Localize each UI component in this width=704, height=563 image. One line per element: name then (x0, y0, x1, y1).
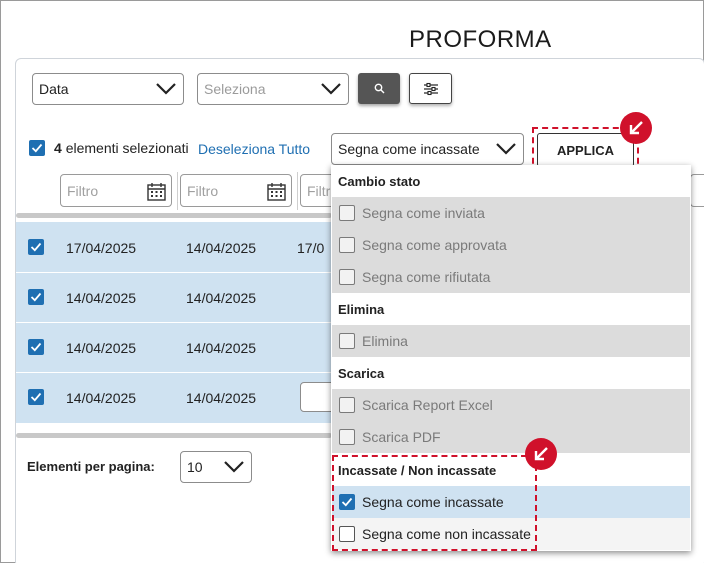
option-checkbox (339, 205, 355, 221)
table-row[interactable] (16, 323, 332, 373)
filter-input-2[interactable]: Filtro (180, 174, 292, 207)
dropdown-item-mark-sent[interactable]: Segna come inviata (332, 197, 690, 229)
chevron-down-icon (156, 83, 176, 95)
check-icon (30, 392, 42, 402)
table-scrollbar-bottom[interactable] (16, 433, 332, 438)
selection-count: 4 (54, 140, 62, 156)
filter-input-partial[interactable] (690, 174, 704, 207)
chevron-down-icon (496, 143, 516, 155)
bulk-action-select[interactable]: Segna come incassate (331, 133, 524, 165)
search-button[interactable] (358, 73, 400, 104)
arrow-badge-apply (620, 112, 652, 144)
arrow-down-left-icon (629, 121, 643, 135)
row-checkbox[interactable] (28, 389, 44, 405)
selection-count-label: elementi selezionati (65, 140, 189, 156)
dropdown-item-label: Segna come rifiutata (362, 269, 491, 285)
row-date-3: 17/0 (297, 240, 325, 256)
option-checkbox (339, 333, 355, 349)
page-size-select[interactable]: 10 (180, 451, 252, 483)
option-checkbox (339, 397, 355, 413)
check-icon (30, 342, 42, 352)
filter-placeholder: Filtro (67, 182, 99, 199)
bulk-action-select-value: Segna come incassate (338, 141, 480, 157)
arrow-down-left-icon (534, 447, 548, 461)
dropdown-item-label: Elimina (362, 333, 408, 349)
dropdown-item-mark-rejected[interactable]: Segna come rifiutata (332, 261, 690, 293)
highlight-paid-group (332, 455, 537, 551)
dropdown-group-header: Elimina (338, 301, 385, 317)
dropdown-item-label: Scarica Report Excel (362, 397, 493, 413)
row-date-2: 14/04/2025 (186, 290, 257, 306)
value-select-placeholder: Seleziona (204, 81, 266, 97)
dropdown-group-header: Scarica (338, 365, 385, 381)
dropdown-item-label: Segna come approvata (362, 237, 507, 253)
dropdown-item-label: Scarica PDF (362, 429, 441, 445)
option-checkbox (339, 429, 355, 445)
column-divider (177, 172, 178, 210)
filter-placeholder: Filtr (307, 182, 331, 199)
dropdown-item-label: Segna come inviata (362, 205, 485, 221)
check-icon (30, 242, 42, 252)
row-date-2: 14/04/2025 (186, 240, 257, 256)
dropdown-group-header: Cambio stato (338, 173, 421, 189)
selection-count-text: 4 elementi selezionati (54, 140, 189, 156)
row-checkbox[interactable] (28, 339, 44, 355)
page-size-label: Elementi per pagina: (27, 459, 155, 474)
check-icon (30, 292, 42, 302)
page-size-value: 10 (187, 459, 203, 475)
deselect-all-link[interactable]: Deseleziona Tutto (198, 141, 310, 157)
select-all-checkbox[interactable] (29, 140, 45, 156)
option-checkbox (339, 237, 355, 253)
arrow-badge-paid (525, 438, 557, 470)
row-date-2: 14/04/2025 (186, 340, 257, 356)
filter-input-1[interactable]: Filtro (60, 174, 172, 207)
table-row[interactable] (16, 222, 332, 272)
chevron-down-icon (321, 83, 341, 95)
table-row[interactable] (16, 373, 332, 423)
table-scrollbar-top[interactable] (16, 213, 332, 218)
calendar-icon[interactable] (147, 182, 166, 201)
option-checkbox (339, 269, 355, 285)
row-checkbox[interactable] (28, 239, 44, 255)
row-date-1: 14/04/2025 (66, 390, 137, 406)
dropdown-item-download-pdf[interactable]: Scarica PDF (332, 421, 690, 453)
dropdown-item-download-excel[interactable]: Scarica Report Excel (332, 389, 690, 421)
filter-placeholder: Filtro (187, 182, 219, 199)
table-row[interactable] (16, 273, 332, 323)
search-icon (374, 83, 384, 94)
page-title: PROFORMA (409, 26, 552, 53)
row-date-1: 14/04/2025 (66, 340, 137, 356)
row-date-1: 14/04/2025 (66, 290, 137, 306)
chevron-down-icon (224, 461, 244, 473)
field-select-value: Data (39, 81, 69, 97)
sliders-icon (423, 82, 438, 95)
advanced-filters-button[interactable] (409, 73, 452, 104)
check-icon (31, 143, 43, 153)
row-date-1: 17/04/2025 (66, 240, 137, 256)
row-date-2: 14/04/2025 (186, 390, 257, 406)
field-select[interactable]: Data (32, 73, 184, 105)
dropdown-item-delete[interactable]: Elimina (332, 325, 690, 357)
column-divider (297, 172, 298, 210)
dropdown-item-mark-approved[interactable]: Segna come approvata (332, 229, 690, 261)
row-checkbox[interactable] (28, 289, 44, 305)
calendar-icon[interactable] (267, 182, 286, 201)
value-select[interactable]: Seleziona (197, 73, 349, 105)
